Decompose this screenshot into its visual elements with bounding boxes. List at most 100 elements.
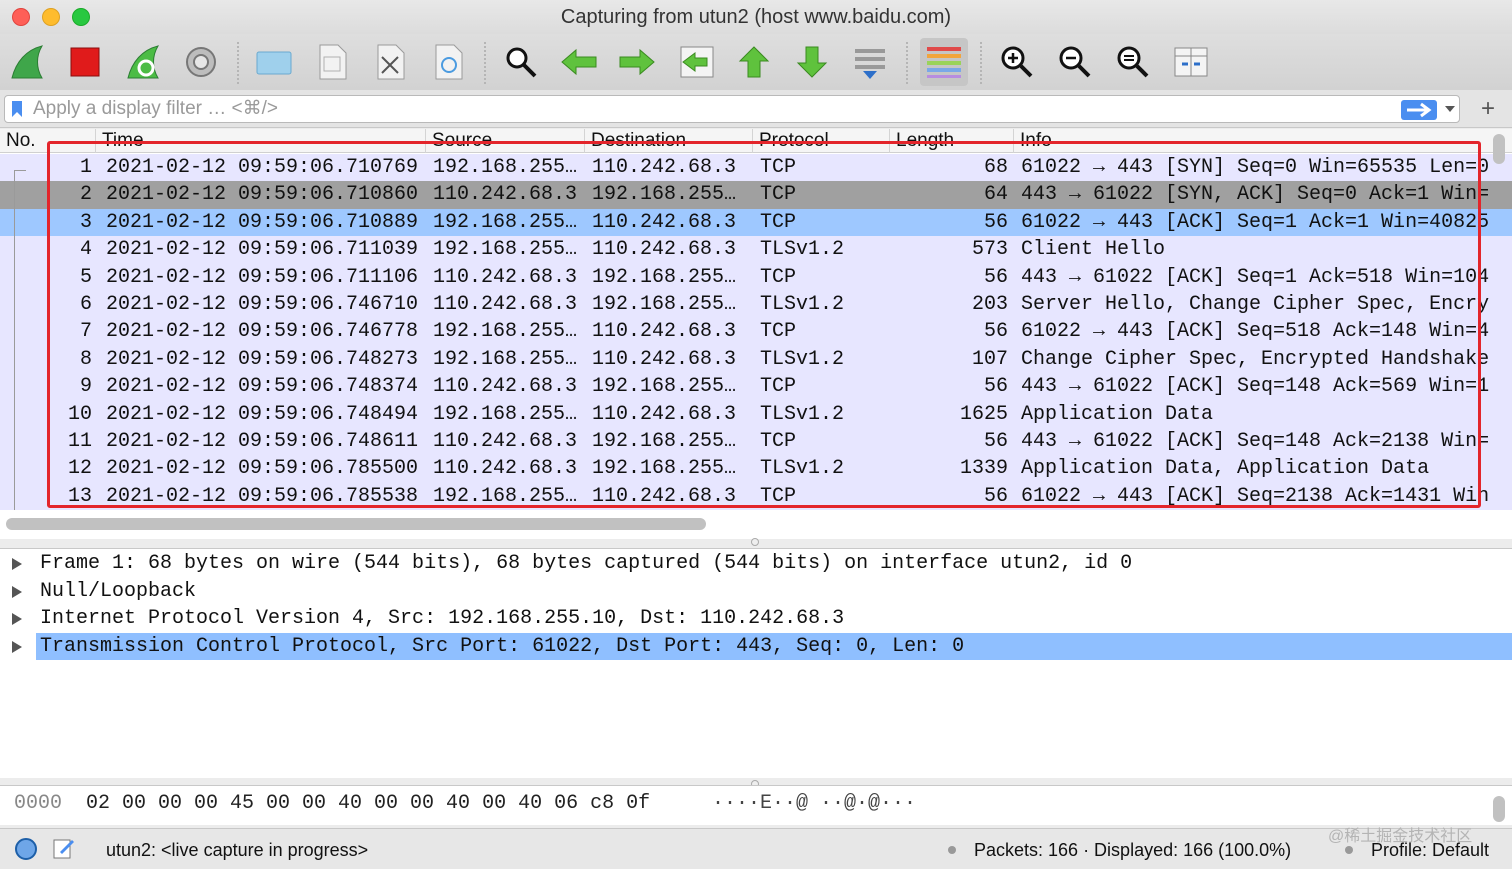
packet-cell-src: 192.168.255… [433, 347, 578, 371]
packet-cell-info: Client Hello [1021, 238, 1166, 262]
packet-list-horizontal-scrollbar[interactable] [6, 518, 706, 530]
reload-file-button[interactable] [426, 40, 470, 84]
packet-row[interactable]: 12 2021-02-12 09:59:06.785500 110.242.68.3… [0, 455, 1512, 483]
add-filter-button[interactable]: + [1478, 95, 1498, 123]
last-packet-button[interactable] [790, 40, 834, 84]
bookmark-icon[interactable] [11, 100, 23, 118]
apply-filter-button[interactable] [1401, 100, 1437, 120]
bytes-pane-scrollbar[interactable] [1493, 796, 1505, 822]
resize-columns-button[interactable] [1169, 40, 1213, 84]
detail-row-null-loopback[interactable]: Null/Loopback [0, 578, 1512, 606]
packet-cell-src: 192.168.255… [433, 320, 578, 344]
packet-cell-len: 56 [983, 430, 1008, 453]
autoscroll-button[interactable] [848, 40, 892, 84]
packet-cell-proto: TCP [760, 183, 797, 207]
packet-cell-info: 61022 → 443 [ACK] Seq=2138 Ack=1431 Win [1021, 484, 1489, 508]
detail-row-frame[interactable]: Frame 1: 68 bytes on wire (544 bits), 68… [0, 550, 1512, 578]
packet-row[interactable]: 5 2021-02-12 09:59:06.711106 110.242.68.3 1… [0, 263, 1512, 291]
packet-cell-dst: 192.168.255… [592, 457, 737, 481]
packet-row[interactable]: 8 2021-02-12 09:59:06.748273 192.168.255… 1… [0, 345, 1512, 374]
start-capture-button[interactable] [6, 40, 50, 84]
packet-cell-len: 56 [983, 265, 1008, 289]
main-toolbar [0, 34, 1512, 90]
packet-row[interactable]: 3 2021-02-12 09:59:06.710889 192.168.255… 1… [0, 208, 1512, 237]
packet-cell-time: 2021-02-12 09:59:06.748611 [106, 430, 419, 453]
colorize-button[interactable] [920, 38, 968, 86]
packet-cell-time: 2021-02-12 09:59:06.710769 [106, 156, 419, 179]
watermark: @稀土掘金技术社区 [1328, 828, 1473, 845]
save-file-button[interactable] [310, 40, 354, 84]
packet-cell-src: 192.168.255… [433, 210, 578, 234]
packet-row[interactable]: 10 2021-02-12 09:59:06.748494 192.168.255…… [0, 400, 1512, 428]
column-header-length[interactable]: Length [890, 129, 1014, 153]
zoom-in-button[interactable] [995, 40, 1039, 84]
packet-cell-proto: TCP [760, 265, 797, 289]
packet-cell-dst: 110.242.68.3 [592, 238, 737, 262]
find-packet-button[interactable] [499, 40, 543, 84]
packet-row[interactable]: 4 2021-02-12 09:59:06.711039 192.168.255… 1… [0, 236, 1512, 264]
packet-cell-no: 9 [79, 375, 92, 399]
packet-cell-no: 1 [79, 156, 92, 179]
packet-row[interactable]: 7 2021-02-12 09:59:06.746778 192.168.255… 1… [0, 318, 1512, 346]
magnifier-icon [506, 47, 537, 78]
column-header-source[interactable]: Source [426, 129, 585, 153]
first-packet-button[interactable] [732, 40, 776, 84]
pane-splitter-handle[interactable] [751, 538, 759, 546]
zoom-out-button[interactable] [1053, 40, 1097, 84]
packet-cell-no: 8 [79, 347, 92, 371]
close-file-button[interactable] [368, 40, 412, 84]
packet-cell-len: 56 [983, 320, 1008, 344]
expand-triangle-icon[interactable] [12, 613, 22, 625]
go-back-button[interactable] [557, 40, 601, 84]
packet-cell-info: Application Data, Application Data [1021, 457, 1430, 481]
go-forward-button[interactable] [615, 40, 659, 84]
expert-info-icon[interactable] [15, 838, 37, 860]
detail-row-label: Frame 1: 68 bytes on wire (544 bits), 68… [40, 552, 1133, 575]
packet-cell-len: 56 [983, 375, 1008, 399]
open-file-button[interactable] [252, 40, 296, 84]
packet-cell-proto: TCP [760, 430, 797, 453]
bytes-ascii[interactable]: ····E··@ ··@·@··· [712, 786, 916, 822]
packet-list-vertical-scrollbar[interactable] [1493, 134, 1505, 164]
packet-cell-src: 110.242.68.3 [433, 293, 578, 316]
normal-size-button[interactable] [1111, 40, 1155, 84]
arrow-right-icon [619, 48, 655, 76]
bytes-offset: 0000 [14, 792, 63, 815]
packet-cell-src: 192.168.255… [433, 484, 578, 508]
packet-cell-time: 2021-02-12 09:59:06.711106 [106, 265, 419, 289]
expand-triangle-icon[interactable] [12, 640, 22, 653]
packet-row[interactable]: 13 2021-02-12 09:59:06.785538 192.168.255…… [0, 482, 1512, 511]
detail-row-tcp[interactable]: Transmission Control Protocol, Src Port:… [0, 632, 1512, 661]
column-header-destination[interactable]: Destination [585, 129, 753, 153]
column-header-info[interactable]: Info [1014, 129, 1512, 153]
detail-row-label: Transmission Control Protocol, Src Port:… [36, 632, 1512, 660]
column-header-time[interactable]: Time [96, 129, 426, 153]
packet-list: No. Time Source Destination Protocol Len… [0, 129, 1512, 539]
packet-row[interactable]: 9 2021-02-12 09:59:06.748374 110.242.68.3 1… [0, 373, 1512, 401]
bytes-hex[interactable]: 02 00 00 00 45 00 00 40 00 00 40 00 40 0… [86, 786, 650, 822]
restart-capture-button[interactable] [122, 40, 166, 84]
column-header-no[interactable]: No. [0, 129, 96, 153]
detail-row-ipv4[interactable]: Internet Protocol Version 4, Src: 192.16… [0, 605, 1512, 633]
go-to-packet-button[interactable] [675, 40, 719, 84]
zoom-in-icon [1001, 46, 1033, 78]
capture-options-button[interactable] [179, 40, 223, 84]
packet-row[interactable]: 1 2021-02-12 09:59:06.710769 192.168.255… 1… [0, 154, 1512, 182]
packet-cell-len: 56 [983, 484, 1008, 508]
expand-triangle-icon[interactable] [12, 585, 22, 598]
packet-cell-len: 203 [971, 293, 1008, 316]
packet-row[interactable]: 6 2021-02-12 09:59:06.746710 110.242.68.3 1… [0, 291, 1512, 319]
chevron-down-icon[interactable] [1443, 104, 1457, 114]
toolbar-separator [906, 42, 908, 84]
column-header-protocol[interactable]: Protocol [753, 129, 890, 153]
expand-triangle-icon[interactable] [12, 558, 22, 570]
packet-cell-src: 110.242.68.3 [433, 457, 578, 481]
capture-comment-icon[interactable] [52, 836, 76, 860]
toolbar-separator [237, 42, 239, 84]
packet-cell-info: 443 → 61022 [ACK] Seq=1 Ack=518 Win=104 [1021, 265, 1489, 289]
packet-row[interactable]: 2 2021-02-12 09:59:06.710860 110.242.68.3 1… [0, 181, 1512, 209]
stop-capture-button[interactable] [63, 40, 107, 84]
display-filter-input[interactable] [33, 98, 1363, 120]
packet-row[interactable]: 11 2021-02-12 09:59:06.748611 110.242.68.3… [0, 428, 1512, 456]
packet-cell-proto: TCP [760, 375, 797, 399]
